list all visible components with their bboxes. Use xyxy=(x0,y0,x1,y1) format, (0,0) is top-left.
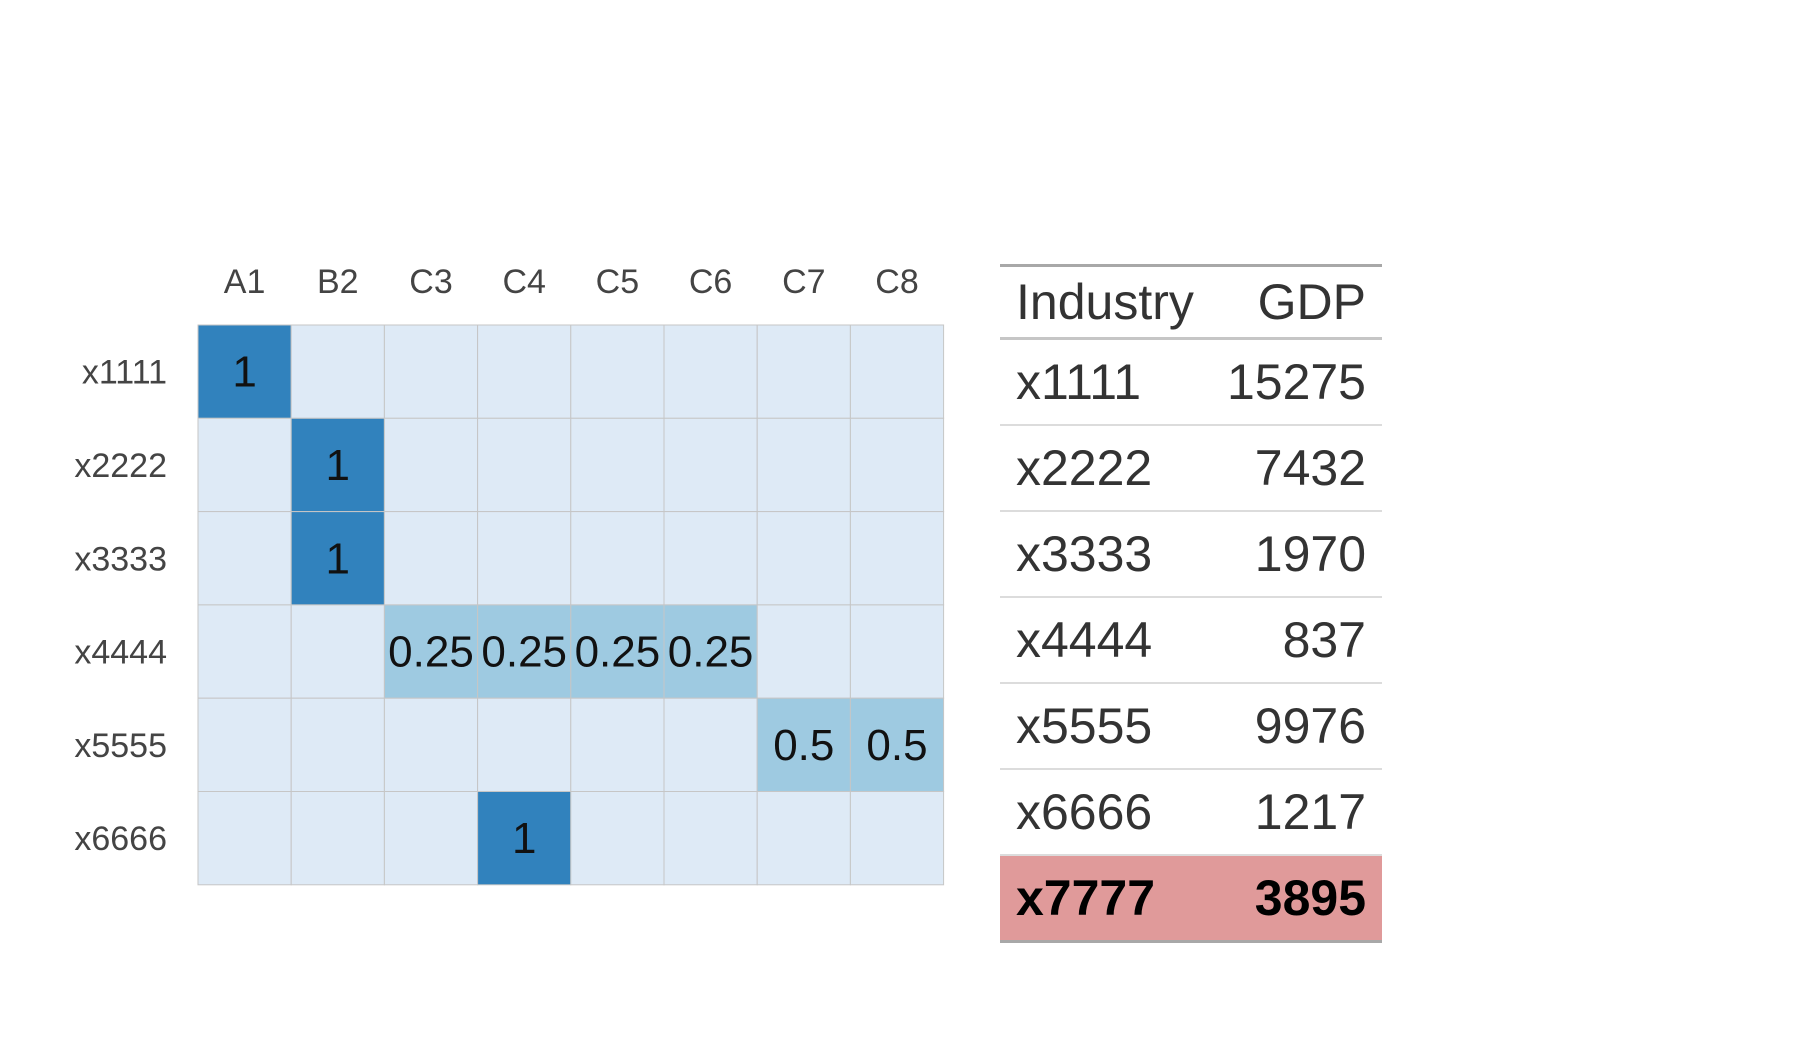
heatmap-cell xyxy=(756,324,851,419)
heatmap-cell xyxy=(663,697,758,793)
cell-value-label: 0.5 xyxy=(773,721,834,770)
cell-value-label: 0.25 xyxy=(668,628,754,677)
heatmap-cell xyxy=(477,324,572,419)
gdp-cell: 1217 xyxy=(1210,769,1382,856)
x-tick-label: B2 xyxy=(317,263,359,301)
heatmap-cell xyxy=(849,791,945,886)
gdp-cell: 3895 xyxy=(1254,870,1366,926)
heatmap-cell xyxy=(849,604,945,699)
industry-cell: x1111 xyxy=(1000,338,1211,426)
heatmap-cell xyxy=(197,697,292,793)
cell-value-label: 1 xyxy=(512,814,536,863)
heatmap-cell xyxy=(756,511,851,606)
cell-value-label: 0.25 xyxy=(481,628,567,677)
column-header-industry: Industry xyxy=(1000,265,1211,340)
gdp-cell: 7432 xyxy=(1210,425,1382,512)
heatmap-cell xyxy=(570,697,665,793)
heatmap-cell xyxy=(477,511,572,606)
table-row: x6666 1217 xyxy=(1000,769,1382,856)
cell-value-label: 0.5 xyxy=(866,721,927,770)
heatmap-cell xyxy=(849,417,945,513)
heatmap-cell xyxy=(570,511,665,606)
heatmap-cell xyxy=(383,511,479,606)
cell-value-label: 0.25 xyxy=(575,628,661,677)
table-row-highlighted: x7777 3895 xyxy=(1000,855,1382,942)
heatmap-cell xyxy=(570,791,665,886)
heatmap-cell xyxy=(290,697,385,793)
heatmap-cell xyxy=(849,511,945,606)
table-row: x2222 7432 xyxy=(1000,425,1382,512)
y-tick-label: x1111 xyxy=(82,354,167,392)
x-tick-label: C5 xyxy=(596,263,639,301)
x-tick-label: C6 xyxy=(689,263,732,301)
heatmap-cell xyxy=(570,324,665,419)
cell-value-label: 1 xyxy=(232,348,256,397)
heatmap-cell xyxy=(290,604,385,699)
heatmap-chart: 1110.25 0.25 0.25 0.250.5 0.51A1 B2 C3 C4 C5 C6 C7… xyxy=(74,263,945,886)
industry-cell: x4444 xyxy=(1000,597,1211,684)
cell-value-label: 0.25 xyxy=(388,628,474,677)
gdp-table: Industry GDP x1111 15275 x2222 7432 x333… xyxy=(1000,264,1382,943)
heatmap-cell xyxy=(383,417,479,513)
table-row: x4444 837 xyxy=(1000,597,1382,684)
y-tick-label: x4444 xyxy=(74,634,167,672)
x-tick-label: C4 xyxy=(502,263,545,301)
heatmap-cell xyxy=(477,697,572,793)
heatmap-cell xyxy=(383,791,479,886)
industry-cell: x6666 xyxy=(1000,769,1211,856)
heatmap-cell xyxy=(663,791,758,886)
x-tick-label: C7 xyxy=(782,263,825,301)
industry-cell: x3333 xyxy=(1000,511,1211,598)
heatmap-cell xyxy=(197,604,292,699)
y-tick-label: x6666 xyxy=(74,820,167,858)
gdp-cell: 837 xyxy=(1210,597,1382,684)
heatmap-cell xyxy=(663,417,758,513)
heatmap-cell xyxy=(477,417,572,513)
cell-value-label: 1 xyxy=(326,534,350,583)
gdp-cell: 9976 xyxy=(1210,683,1382,770)
table-row: x1111 15275 xyxy=(1000,338,1382,426)
industry-cell: x2222 xyxy=(1000,425,1211,512)
heatmap-cell xyxy=(290,791,385,886)
heatmap-cell xyxy=(197,511,292,606)
heatmap-cell xyxy=(383,697,479,793)
y-tick-label: x5555 xyxy=(74,727,167,765)
x-tick-label: C8 xyxy=(875,263,918,301)
gdp-cell: 1970 xyxy=(1210,511,1382,598)
table-header-row: Industry GDP xyxy=(1000,265,1382,340)
y-tick-label: x3333 xyxy=(74,540,167,578)
heatmap-cell xyxy=(756,417,851,513)
industry-cell: x5555 xyxy=(1000,683,1211,770)
x-tick-label: C3 xyxy=(409,263,452,301)
cell-value-label: 1 xyxy=(326,441,350,490)
y-tick-label: x2222 xyxy=(74,447,167,485)
heatmap-cell xyxy=(849,324,945,419)
table-row: x5555 9976 xyxy=(1000,683,1382,770)
heatmap-cell xyxy=(756,604,851,699)
gdp-cell: 15275 xyxy=(1210,338,1382,426)
heatmap-cell xyxy=(383,324,479,419)
heatmap-cell xyxy=(197,791,292,886)
industry-cell: x7777 xyxy=(1016,870,1156,926)
heatmap-cell xyxy=(756,791,851,886)
heatmap-cell xyxy=(290,324,385,419)
heatmap-cell xyxy=(570,417,665,513)
table-row: x3333 1970 xyxy=(1000,511,1382,598)
column-header-gdp: GDP xyxy=(1210,265,1382,340)
heatmap-cell xyxy=(197,417,292,513)
heatmap-cell xyxy=(663,511,758,606)
x-tick-label: A1 xyxy=(224,263,266,301)
heatmap-cell xyxy=(663,324,758,419)
